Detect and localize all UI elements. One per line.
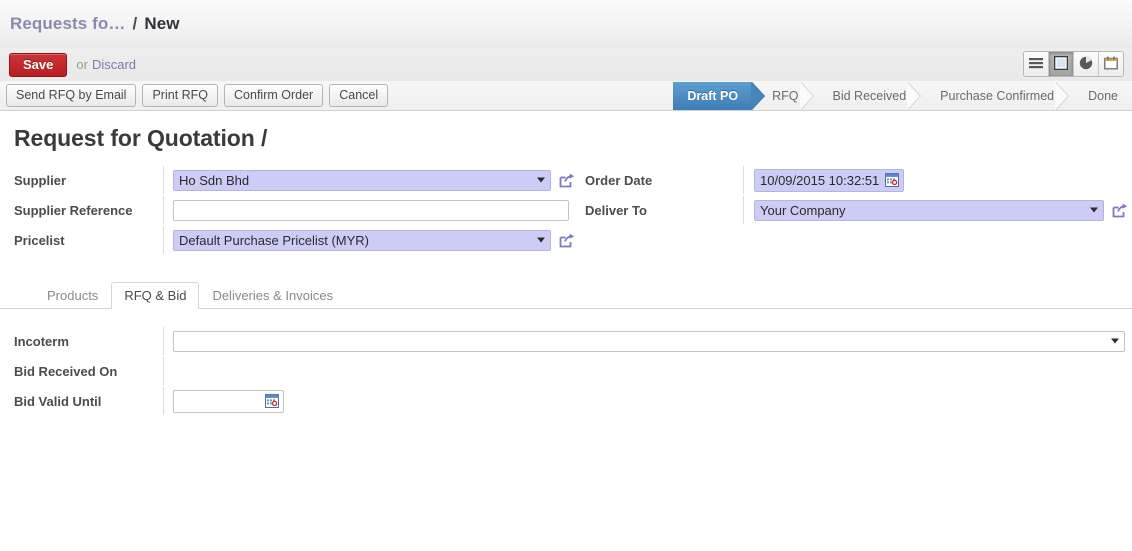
status-step-label: Purchase Confirmed (940, 89, 1055, 103)
bid-valid-until-label: Bid Valid Until (14, 393, 102, 409)
calendar-picker-icon[interactable] (885, 173, 900, 187)
tab-rfq-and-bid[interactable]: RFQ & Bid (111, 282, 200, 309)
status-step-done[interactable]: Done (1068, 82, 1132, 110)
tab-deliveries-and-invoices[interactable]: Deliveries & Invoices (199, 282, 346, 309)
form-column-left: Supplier Ho Sdn Bhd Supplier Reference P… (0, 166, 575, 256)
notebook: Products RFQ & Bid Deliveries & Invoices… (0, 282, 1132, 415)
field-row-bid-received-on: Bid Received On (0, 357, 1132, 385)
supplier-reference-label: Supplier Reference (14, 202, 133, 218)
supplier-label: Supplier (14, 172, 67, 188)
form-column-right: Order Date 10/09/2015 10:32:51 Deliver T… (575, 166, 1132, 256)
pricelist-label: Pricelist (14, 232, 65, 248)
status-step-label: Done (1088, 89, 1118, 103)
incoterm-select-wrap (173, 330, 1125, 352)
top-header: Requests fo… / New (0, 0, 1132, 48)
field-row-supplier-reference: Supplier Reference (0, 196, 575, 224)
action-bar: Send RFQ by Email Print RFQ Confirm Orde… (0, 81, 1132, 111)
order-date-text: 10/09/2015 10:32:51 (760, 172, 880, 188)
step-arrow (1055, 82, 1069, 110)
page-title: Request for Quotation / (14, 125, 1132, 152)
cancel-button[interactable]: Cancel (329, 84, 389, 107)
bid-valid-until-input[interactable] (173, 389, 284, 413)
order-date-label: Order Date (585, 172, 653, 188)
save-discard-bar: Save or Discard (0, 48, 1132, 81)
calendar-picker-icon[interactable] (265, 394, 279, 408)
form-sheet: Request for Quotation / Supplier Ho Sdn … (0, 111, 1132, 415)
calendar-icon (1104, 56, 1118, 73)
supplier-reference-input[interactable] (173, 199, 569, 221)
bid-valid-until-value-cell (163, 387, 1132, 415)
list-icon (1029, 57, 1043, 72)
breadcrumb-current: New (144, 14, 180, 33)
supplier-reference-value-cell (163, 196, 575, 224)
pricelist-select-wrap (173, 229, 551, 251)
form-view-button[interactable] (1049, 52, 1074, 76)
deliver-to-label: Deliver To (585, 202, 647, 218)
step-arrow (799, 82, 813, 110)
field-row-incoterm: Incoterm (0, 327, 1132, 355)
supplier-input[interactable] (173, 169, 551, 191)
pricelist-value-cell (163, 226, 575, 254)
order-date-input[interactable]: 10/09/2015 10:32:51 (754, 168, 905, 192)
incoterm-input[interactable] (173, 330, 1125, 352)
status-step-label: RFQ (772, 89, 799, 103)
tab-list: Products RFQ & Bid Deliveries & Invoices (0, 282, 1132, 309)
list-view-button[interactable] (1024, 52, 1049, 76)
supplier-value-cell (163, 166, 575, 194)
deliver-to-select-wrap (754, 199, 1104, 221)
step-arrow (751, 82, 765, 110)
field-row-order-date: Order Date 10/09/2015 10:32:51 (575, 166, 1132, 194)
calendar-view-button[interactable] (1099, 52, 1123, 76)
graph-view-button[interactable] (1074, 52, 1099, 76)
supplier-external-link-icon[interactable] (559, 173, 575, 188)
page-title-suffix: / (260, 125, 268, 151)
form-icon (1053, 55, 1069, 73)
tab-pane-rfq-and-bid: Incoterm Bid Received On Bid Valid Until (0, 309, 1132, 415)
pie-chart-icon (1079, 56, 1093, 73)
breadcrumb-separator: / (132, 14, 138, 33)
page-title-text: Request for Quotation (14, 125, 255, 151)
field-row-pricelist: Pricelist (0, 226, 575, 254)
incoterm-value-cell (163, 327, 1132, 355)
step-arrow (907, 82, 921, 110)
or-label: or (76, 57, 88, 72)
pricelist-external-link-icon[interactable] (559, 233, 575, 248)
save-button[interactable]: Save (9, 52, 68, 77)
discard-link[interactable]: Discard (92, 57, 136, 72)
status-step-label: Draft PO (687, 89, 739, 103)
order-date-value-cell: 10/09/2015 10:32:51 (743, 166, 1132, 194)
breadcrumb: Requests fo… / New (10, 14, 180, 34)
deliver-to-value-cell (743, 196, 1132, 224)
supplier-select-wrap (173, 169, 551, 191)
bid-received-on-label: Bid Received On (14, 363, 118, 379)
field-row-supplier: Supplier (0, 166, 575, 194)
deliver-to-input[interactable] (754, 199, 1104, 221)
confirm-order-button[interactable]: Confirm Order (224, 84, 324, 107)
breadcrumb-parent-link[interactable]: Requests fo… (10, 14, 126, 34)
status-bar: Draft PO RFQ Bid Received Purchase Confi… (669, 82, 1132, 110)
form-columns: Supplier Ho Sdn Bhd Supplier Reference P… (0, 166, 1132, 256)
deliver-to-external-link-icon[interactable] (1112, 203, 1128, 218)
incoterm-label: Incoterm (14, 333, 69, 349)
status-step-draft-po[interactable]: Draft PO (673, 82, 766, 110)
view-switcher (1023, 51, 1124, 77)
print-rfq-button[interactable]: Print RFQ (142, 84, 219, 107)
send-rfq-by-email-button[interactable]: Send RFQ by Email (6, 84, 137, 107)
field-row-deliver-to: Deliver To (575, 196, 1132, 224)
status-step-purchase-confirmed[interactable]: Purchase Confirmed (920, 82, 1070, 110)
field-row-bid-valid-until: Bid Valid Until (0, 387, 1132, 415)
tab-products[interactable]: Products (34, 282, 111, 309)
bid-received-on-value-cell (163, 357, 1132, 385)
status-step-bid-received[interactable]: Bid Received (813, 82, 922, 110)
pricelist-input[interactable] (173, 229, 551, 251)
status-step-label: Bid Received (832, 89, 907, 103)
